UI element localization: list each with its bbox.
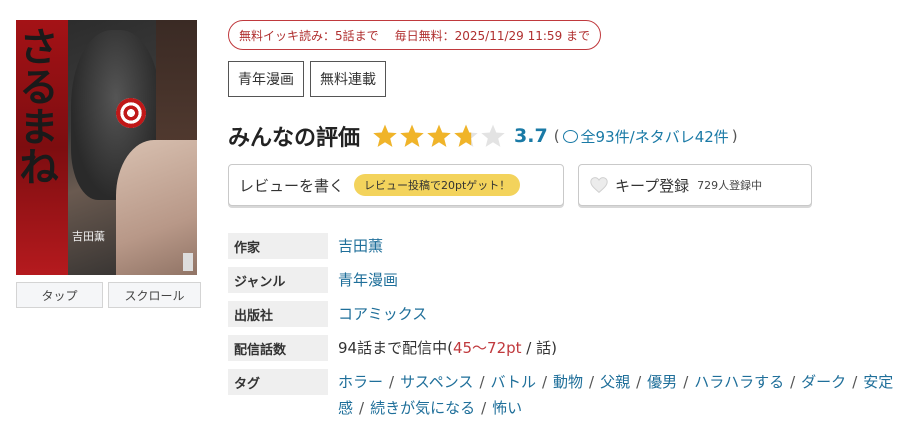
info-row-author: 作家 吉田薫 [228, 233, 908, 259]
tag-link[interactable]: 優男 [647, 373, 677, 391]
info-row-tags: タグ ホラー / サスペンス / バトル / 動物 / 父親 / 優男 / ハラハラする / ダーク / 安定感… [228, 369, 908, 421]
genre-tag-row: 青年漫画 無料連載 [228, 61, 386, 97]
tag-link[interactable]: バトル [491, 373, 536, 391]
book-info-table: 作家 吉田薫 ジャンル 青年漫画 出版社 コアミックス 配信話数 94話まで配信… [228, 233, 908, 429]
rating-section: みんなの評価 3.7 ( 全93件/ネタバレ42件 ) [228, 118, 738, 154]
tags-label: タグ [228, 369, 328, 395]
tag-separator: / [636, 373, 642, 391]
tag-link[interactable]: ホラー [338, 373, 383, 391]
tag-link[interactable]: ダーク [801, 373, 846, 391]
review-promo-badge: レビュー投稿で20ptゲット！ [354, 174, 521, 196]
speech-bubble-icon [562, 129, 578, 143]
write-review-label: レビューを書く [239, 176, 345, 195]
tag-separator: / [389, 373, 395, 391]
count-paren-close: ) [731, 127, 738, 145]
tag-link[interactable]: サスペンス [400, 373, 473, 391]
tag-link[interactable]: 続きが気になる [370, 399, 475, 417]
cover-eye-graphic [116, 98, 146, 128]
tag-separator: / [481, 399, 487, 417]
tag-separator: / [359, 399, 365, 417]
count-paren-open: ( [553, 127, 560, 145]
reader-mode-buttons: タップ スクロール [16, 282, 201, 308]
genre-label: ジャンル [228, 267, 328, 293]
tag-separator: / [790, 373, 796, 391]
star-icon [373, 124, 397, 147]
daily-free-text: 毎日無料：2025/11/29 11:59 まで [394, 28, 591, 43]
write-review-button[interactable]: レビューを書く レビュー投稿で20ptゲット！ [228, 164, 564, 206]
episodes-label: 配信話数 [228, 335, 328, 361]
tag-separator: / [541, 373, 548, 391]
episodes-suffix: / 話) [521, 339, 557, 357]
tag-separator: / [683, 373, 689, 391]
info-row-publisher: 出版社 コアミックス [228, 301, 908, 327]
info-row-genre: ジャンル 青年漫画 [228, 267, 908, 293]
rating-title: みんなの評価 [228, 126, 361, 151]
review-count-link[interactable]: ( 全93件/ネタバレ42件 ) [554, 126, 738, 147]
episode-price: 45〜72pt [452, 339, 522, 357]
author-link[interactable]: 吉田薫 [338, 233, 383, 259]
tag-list: ホラー / サスペンス / バトル / 動物 / 父親 / 優男 / ハラハラする / ダーク / 安定感 / 続き… [338, 369, 898, 421]
keep-button[interactable]: キープ登録 729人登録中 [578, 164, 812, 206]
tag-link[interactable]: 怖い [492, 399, 522, 417]
tag-link[interactable]: ハラハラする [694, 373, 784, 391]
publisher-label: 出版社 [228, 301, 328, 327]
publisher-link[interactable]: コアミックス [338, 301, 427, 327]
free-reading-banner: 無料イッキ読み：5話まで 毎日無料：2025/11/29 11:59 まで [228, 20, 602, 50]
cover-title-art: さるまね [16, 26, 59, 186]
heart-icon [590, 177, 608, 194]
star-icon [400, 124, 424, 147]
action-buttons: レビューを書く レビュー投稿で20ptゲット！ キープ登録 729人登録中 [228, 164, 812, 206]
keep-count: 729人登録中 [697, 179, 763, 192]
tap-mode-button[interactable]: タップ [16, 282, 103, 308]
tag-link[interactable]: 動物 [553, 373, 583, 391]
cover-author-text: 吉田薫 [72, 230, 105, 243]
episodes-prefix: 94話まで配信中( [338, 339, 453, 357]
rating-score: 3.7 [514, 125, 548, 147]
scroll-mode-button[interactable]: スクロール [108, 282, 201, 308]
cover-publisher-logo [183, 253, 193, 271]
genre-tag-seinen[interactable]: 青年漫画 [228, 61, 304, 97]
info-row-episodes: 配信話数 94話まで配信中(45〜72pt / 話) [228, 335, 908, 361]
free-binge-text: 無料イッキ読み：5話まで [239, 28, 379, 43]
tag-separator: / [589, 373, 595, 391]
author-label: 作家 [228, 233, 328, 259]
tag-separator: / [852, 373, 858, 391]
rating-stars [372, 123, 506, 149]
book-cover-image[interactable]: さるまね 吉田薫 [16, 20, 197, 275]
tag-link[interactable]: 父親 [600, 373, 630, 391]
star-icon [481, 124, 505, 147]
review-count-text: 全93件/ネタバレ42件 [580, 127, 729, 146]
genre-link[interactable]: 青年漫画 [338, 267, 398, 293]
star-icon [427, 124, 451, 147]
tag-separator: / [479, 373, 485, 391]
genre-tag-free-serial[interactable]: 無料連載 [310, 61, 386, 97]
episodes-value: 94話まで配信中(45〜72pt / 話) [338, 335, 557, 361]
star-icon [454, 124, 478, 147]
keep-label: キープ登録 [615, 176, 690, 195]
